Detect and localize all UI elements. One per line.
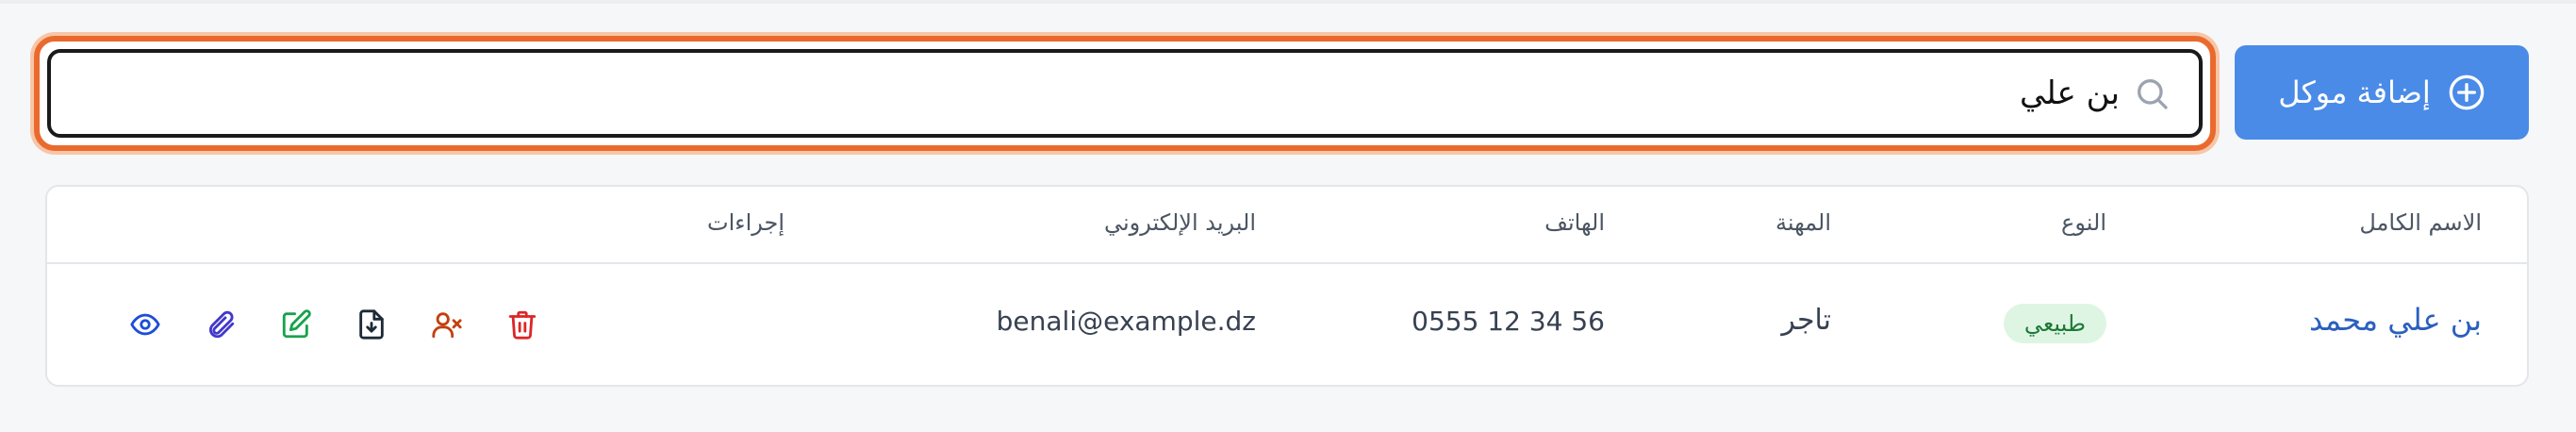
search-input[interactable]	[328, 75, 2120, 112]
client-name-link[interactable]: بن علي محمد	[2309, 302, 2482, 338]
download-document-icon[interactable]	[334, 304, 409, 345]
type-badge: طبيعي	[2003, 304, 2106, 343]
attachment-icon[interactable]	[183, 304, 258, 345]
table-header: الاسم الكامل النوع المهنة الهاتف البريد …	[47, 187, 2527, 264]
edit-icon[interactable]	[258, 304, 334, 345]
header-actions: إجراءات	[707, 209, 784, 236]
add-client-label: إضافة موكل	[2278, 75, 2431, 110]
clients-table: الاسم الكامل النوع المهنة الهاتف البريد …	[45, 185, 2529, 387]
remove-user-icon[interactable]	[409, 304, 485, 345]
header-profession: المهنة	[1775, 209, 1831, 236]
profession-cell: تاجر	[1781, 304, 1831, 337]
row-actions	[107, 304, 560, 345]
header-full-name: الاسم الكامل	[2359, 209, 2482, 236]
plus-circle-icon	[2448, 74, 2485, 111]
trash-icon[interactable]	[485, 304, 560, 345]
search-icon	[2133, 75, 2171, 112]
phone-cell: 0555 12 34 56	[1412, 306, 1605, 337]
view-icon[interactable]	[107, 304, 183, 345]
table-row: بن علي محمد طبيعي تاجر 0555 12 34 56 ben…	[47, 264, 2527, 387]
search-field-container[interactable]	[47, 49, 2203, 138]
email-cell: benali@example.dz	[996, 306, 1256, 337]
header-phone: الهاتف	[1544, 209, 1605, 236]
header-type: النوع	[2061, 209, 2106, 236]
header-email: البريد الإلكتروني	[1103, 209, 1256, 236]
search-box	[34, 36, 2216, 151]
top-border	[0, 0, 2576, 4]
add-client-button[interactable]: إضافة موكل	[2235, 45, 2529, 140]
